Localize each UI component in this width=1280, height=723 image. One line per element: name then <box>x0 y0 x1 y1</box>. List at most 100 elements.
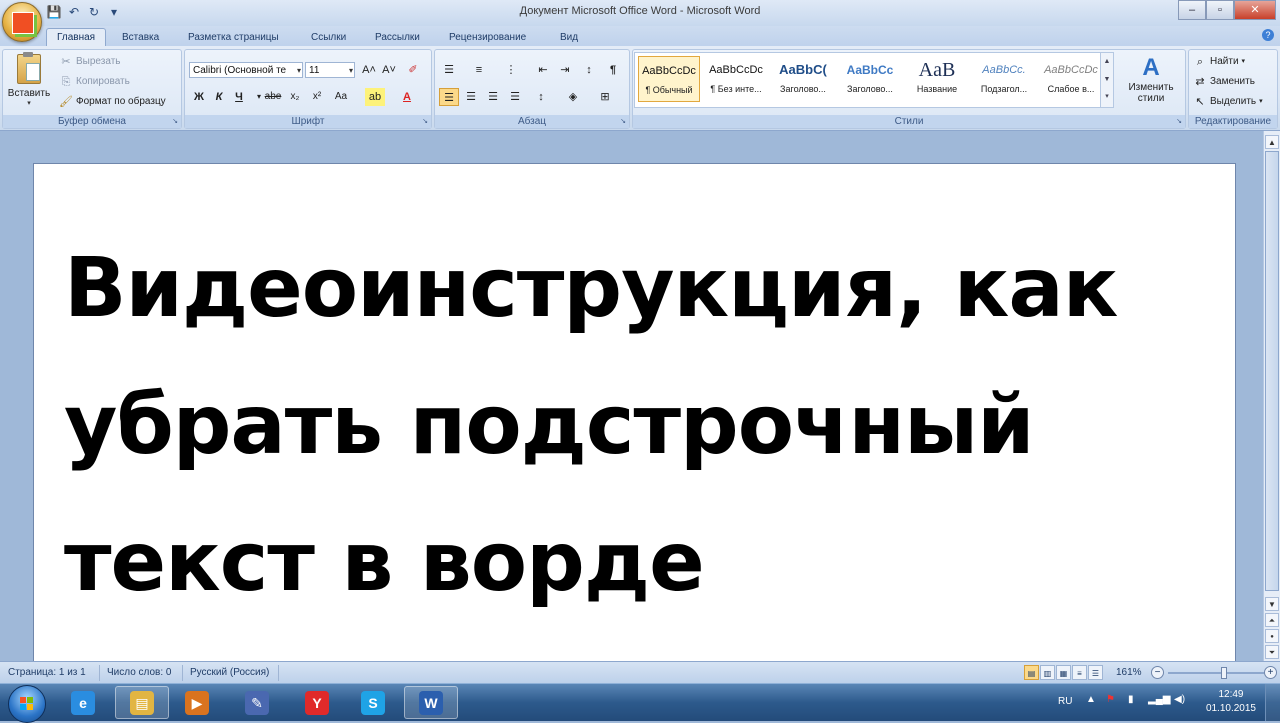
document-page[interactable]: Видеоинструкция, как убрать подстрочный … <box>33 163 1236 683</box>
more-icon[interactable]: ▾ <box>1101 89 1113 105</box>
font-color-icon[interactable]: A <box>397 88 417 106</box>
strikethrough-button[interactable]: abe <box>263 88 283 106</box>
zoom-slider[interactable] <box>1168 667 1264 679</box>
decrease-indent-icon[interactable]: ⇤ <box>533 61 553 79</box>
increase-indent-icon[interactable]: ⇥ <box>555 61 575 79</box>
previous-page-icon[interactable]: ⏶ <box>1265 613 1279 627</box>
style-heading-2[interactable]: AaBbCc Заголово... <box>839 56 901 102</box>
tab-view[interactable]: Вид <box>550 29 588 46</box>
next-page-icon[interactable]: ⏷ <box>1265 645 1279 659</box>
print-layout-icon[interactable]: ▤ <box>1024 665 1039 680</box>
taskbar-app-word[interactable]: W <box>404 686 458 719</box>
tab-references[interactable]: Ссылки <box>301 29 356 46</box>
draft-icon[interactable]: ☰ <box>1088 665 1103 680</box>
taskbar-app-media[interactable]: ▶ <box>170 686 224 719</box>
change-styles-button[interactable]: A Изменить стили <box>1121 54 1181 104</box>
browse-object-icon[interactable]: ● <box>1265 629 1279 643</box>
replace-button[interactable]: ⇄ Заменить <box>1193 73 1255 91</box>
font-name-combo[interactable]: Calibri (Основной те ▾ <box>189 62 303 78</box>
find-button[interactable]: ⌕ Найти ▾ <box>1193 53 1245 71</box>
show-hidden-icons-icon[interactable]: ▲ <box>1086 694 1096 705</box>
zoom-slider-thumb[interactable] <box>1220 667 1227 679</box>
taskbar-app-ie[interactable]: e <box>56 686 110 719</box>
minimize-button[interactable]: – <box>1178 0 1206 20</box>
paste-button[interactable]: Вставить ▾ <box>7 52 51 114</box>
align-center-icon[interactable]: ☰ <box>461 88 481 106</box>
taskbar-app-explorer[interactable]: ▤ <box>115 686 169 719</box>
taskbar-app-skype[interactable]: S <box>346 686 400 719</box>
tab-mailings[interactable]: Рассылки <box>365 29 430 46</box>
page-count[interactable]: Страница: 1 из 1 <box>8 667 86 678</box>
tab-review[interactable]: Рецензирование <box>439 29 536 46</box>
tab-insert[interactable]: Вставка <box>112 29 169 46</box>
action-center-icon[interactable]: ⚑ <box>1106 694 1115 705</box>
underline-button[interactable]: Ч <box>229 88 249 106</box>
multilevel-list-icon[interactable]: ⋮ <box>501 61 521 79</box>
numbering-icon[interactable]: ≡ <box>469 61 489 79</box>
language-status[interactable]: Русский (Россия) <box>190 667 269 678</box>
highlight-icon[interactable]: ab <box>365 88 385 106</box>
chevron-down-icon[interactable]: ▼ <box>1101 71 1113 89</box>
bullets-icon[interactable]: ☰ <box>439 61 459 79</box>
line-spacing-icon[interactable]: ↕ <box>531 88 551 106</box>
font-launcher-icon[interactable]: ↘ <box>421 118 429 126</box>
font-size-combo[interactable]: 11 ▾ <box>305 62 355 78</box>
scroll-up-icon[interactable]: ▲ <box>1265 135 1279 149</box>
clipboard-launcher-icon[interactable]: ↘ <box>171 118 179 126</box>
document-line-3[interactable]: текст в ворде <box>64 494 1184 631</box>
maximize-button[interactable]: ▫ <box>1206 0 1234 20</box>
subscript-button[interactable]: x₂ <box>285 88 305 106</box>
battery-icon[interactable]: ▮ <box>1128 694 1134 705</box>
help-icon[interactable]: ? <box>1262 29 1274 41</box>
format-painter-button[interactable]: 🖌 Формат по образцу <box>59 93 166 111</box>
close-button[interactable]: ✕ <box>1234 0 1276 20</box>
document-text[interactable]: Видеоинструкция, как убрать подстрочный … <box>64 220 1184 631</box>
vertical-scrollbar[interactable]: ▲ ▼ ⏶ ● ⏷ <box>1263 131 1280 661</box>
full-screen-reading-icon[interactable]: ▥ <box>1040 665 1055 680</box>
tab-page-layout[interactable]: Разметка страницы <box>178 29 289 46</box>
style-subtitle[interactable]: AaBbCc. Подзагол... <box>973 56 1035 102</box>
zoom-level[interactable]: 161% <box>1116 667 1142 678</box>
style-no-spacing[interactable]: AaBbCcDc ¶ Без инте... <box>705 56 767 102</box>
web-layout-icon[interactable]: ▦ <box>1056 665 1071 680</box>
tab-home[interactable]: Главная <box>46 28 107 46</box>
outline-icon[interactable]: ≡ <box>1072 665 1087 680</box>
document-line-2[interactable]: убрать подстрочный <box>64 357 1184 494</box>
cut-button[interactable]: ✂ Вырезать <box>59 53 120 71</box>
change-case-button[interactable]: Aa <box>331 88 351 106</box>
chevron-up-icon[interactable]: ▲ <box>1101 53 1113 71</box>
style-normal[interactable]: AaBbCcDc ¶ Обычный <box>638 56 700 102</box>
grow-font-button[interactable]: A˄ <box>359 61 379 79</box>
style-subtle-emphasis[interactable]: AaBbCcDc Слабое в... <box>1040 56 1102 102</box>
bold-button[interactable]: Ж <box>189 88 209 106</box>
clear-formatting-icon[interactable]: ✐ <box>403 61 423 79</box>
show-desktop-button[interactable] <box>1265 684 1280 721</box>
superscript-button[interactable]: x² <box>307 88 327 106</box>
styles-launcher-icon[interactable]: ↘ <box>1175 118 1183 126</box>
language-indicator[interactable]: RU <box>1058 696 1072 707</box>
show-marks-button[interactable]: ¶ <box>603 61 623 79</box>
select-button[interactable]: ↖ Выделить ▾ <box>1193 93 1262 111</box>
style-heading-1[interactable]: AaBbC( Заголово... <box>772 56 834 102</box>
borders-icon[interactable]: ⊞ <box>595 88 615 106</box>
align-right-icon[interactable]: ☰ <box>483 88 503 106</box>
zoom-in-icon[interactable]: + <box>1264 666 1277 679</box>
copy-button[interactable]: ⎘ Копировать <box>59 73 130 91</box>
office-button[interactable] <box>2 2 42 42</box>
zoom-out-icon[interactable]: − <box>1151 666 1164 679</box>
start-button[interactable] <box>8 685 46 723</box>
italic-button[interactable]: К <box>209 88 229 106</box>
scroll-thumb[interactable] <box>1265 151 1279 591</box>
gallery-scroll[interactable]: ▲ ▼ ▾ <box>1100 53 1113 107</box>
word-count[interactable]: Число слов: 0 <box>107 667 171 678</box>
scroll-down-icon[interactable]: ▼ <box>1265 597 1279 611</box>
document-line-1[interactable]: Видеоинструкция, как <box>64 220 1184 357</box>
shading-icon[interactable]: ◈ <box>563 88 583 106</box>
volume-icon[interactable]: ◀) <box>1174 694 1185 705</box>
paragraph-launcher-icon[interactable]: ↘ <box>619 118 627 126</box>
taskbar-app-paint[interactable]: ✎ <box>230 686 284 719</box>
style-title[interactable]: AaB Название <box>906 56 968 102</box>
justify-icon[interactable]: ☰ <box>505 88 525 106</box>
clock[interactable]: 12:49 01.10.2015 <box>1206 688 1256 716</box>
shrink-font-button[interactable]: A˅ <box>379 61 399 79</box>
